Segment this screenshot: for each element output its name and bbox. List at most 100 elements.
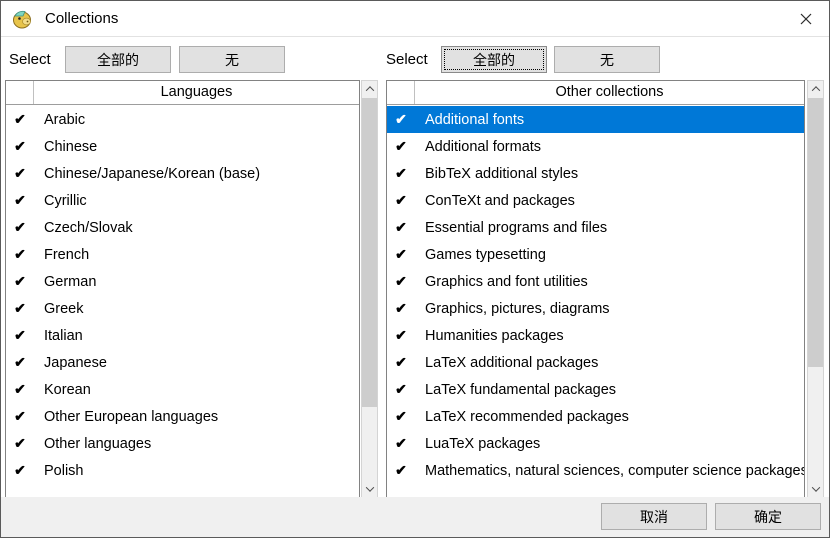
other-collections-scrollbar[interactable] bbox=[807, 80, 824, 498]
list-item[interactable]: ✔Greek bbox=[6, 295, 359, 322]
list-item-label: Greek bbox=[34, 301, 84, 317]
list-item-label: Graphics and font utilities bbox=[415, 274, 588, 290]
list-item[interactable]: ✔BibTeX additional styles bbox=[387, 160, 804, 187]
right-select-none-button[interactable]: 无 bbox=[554, 46, 660, 73]
list-item-label: Games typesetting bbox=[415, 247, 546, 263]
check-icon: ✔ bbox=[6, 462, 34, 479]
check-icon: ✔ bbox=[387, 219, 415, 236]
list-item-label: Czech/Slovak bbox=[34, 220, 133, 236]
list-item[interactable]: ✔Other languages bbox=[6, 430, 359, 457]
list-item[interactable]: ✔Humanities packages bbox=[387, 322, 804, 349]
check-icon: ✔ bbox=[6, 219, 34, 236]
footer-bar: 取消 确定 bbox=[1, 497, 829, 537]
check-icon: ✔ bbox=[6, 165, 34, 182]
right-select-all-button[interactable]: 全部的 bbox=[441, 46, 547, 73]
title-bar: Collections bbox=[1, 1, 829, 37]
languages-panel: Languages ✔Arabic✔Chinese✔Chinese/Japane… bbox=[5, 80, 360, 498]
list-item[interactable]: ✔LaTeX recommended packages bbox=[387, 403, 804, 430]
list-item-label: Cyrillic bbox=[34, 193, 87, 209]
scroll-down-icon[interactable] bbox=[808, 481, 823, 497]
list-item-label: Japanese bbox=[34, 355, 107, 371]
list-item[interactable]: ✔LaTeX additional packages bbox=[387, 349, 804, 376]
check-icon: ✔ bbox=[387, 111, 415, 128]
list-item-label: Chinese/Japanese/Korean (base) bbox=[34, 166, 260, 182]
list-item[interactable]: ✔Korean bbox=[6, 376, 359, 403]
scroll-down-icon[interactable] bbox=[362, 481, 377, 497]
list-item[interactable]: ✔Other European languages bbox=[6, 403, 359, 430]
list-item[interactable]: ✔French bbox=[6, 241, 359, 268]
list-item[interactable]: ✔Arabic bbox=[6, 106, 359, 133]
check-icon: ✔ bbox=[6, 138, 34, 155]
list-item[interactable]: ✔German bbox=[6, 268, 359, 295]
list-item[interactable]: ✔Essential programs and files bbox=[387, 214, 804, 241]
list-item[interactable]: ✔LuaTeX packages bbox=[387, 430, 804, 457]
check-icon: ✔ bbox=[387, 192, 415, 209]
list-item[interactable]: ✔Japanese bbox=[6, 349, 359, 376]
list-item-label: Other European languages bbox=[34, 409, 218, 425]
list-item[interactable]: ✔Polish bbox=[6, 457, 359, 484]
list-item-label: Additional formats bbox=[415, 139, 541, 155]
check-icon: ✔ bbox=[387, 246, 415, 263]
list-item[interactable]: ✔Additional formats bbox=[387, 133, 804, 160]
check-icon: ✔ bbox=[387, 300, 415, 317]
check-icon: ✔ bbox=[6, 300, 34, 317]
check-icon: ✔ bbox=[387, 462, 415, 479]
list-item-label: Chinese bbox=[34, 139, 97, 155]
list-item-label: Italian bbox=[34, 328, 83, 344]
texlive-app-icon bbox=[11, 8, 33, 30]
list-item[interactable]: ✔LaTeX fundamental packages bbox=[387, 376, 804, 403]
check-icon: ✔ bbox=[6, 435, 34, 452]
list-item[interactable]: ✔Chinese/Japanese/Korean (base) bbox=[6, 160, 359, 187]
check-icon: ✔ bbox=[387, 381, 415, 398]
list-item-label: Arabic bbox=[34, 112, 85, 128]
languages-header-row: Languages bbox=[6, 81, 359, 105]
list-item-label: French bbox=[34, 247, 89, 263]
list-item-label: ConTeXt and packages bbox=[415, 193, 575, 209]
languages-list: ✔Arabic✔Chinese✔Chinese/Japanese/Korean … bbox=[6, 106, 359, 497]
list-item-label: Mathematics, natural sciences, computer … bbox=[415, 463, 804, 479]
scrollbar-thumb[interactable] bbox=[808, 98, 823, 367]
right-select-label: Select bbox=[386, 46, 428, 73]
list-item[interactable]: ✔Games typesetting bbox=[387, 241, 804, 268]
list-item[interactable]: ✔Graphics and font utilities bbox=[387, 268, 804, 295]
list-item[interactable]: ✔Additional fonts bbox=[387, 106, 804, 133]
check-icon: ✔ bbox=[387, 408, 415, 425]
list-item[interactable]: ✔Graphics, pictures, diagrams bbox=[387, 295, 804, 322]
check-icon: ✔ bbox=[387, 165, 415, 182]
list-item[interactable]: ✔ConTeXt and packages bbox=[387, 187, 804, 214]
list-item-label: Polish bbox=[34, 463, 84, 479]
left-select-all-button[interactable]: 全部的 bbox=[65, 46, 171, 73]
list-item[interactable]: ✔Mathematics, natural sciences, computer… bbox=[387, 457, 804, 484]
scroll-up-icon[interactable] bbox=[362, 81, 377, 97]
list-item[interactable]: ✔Czech/Slovak bbox=[6, 214, 359, 241]
left-select-label: Select bbox=[9, 46, 51, 73]
ok-button[interactable]: 确定 bbox=[715, 503, 821, 530]
close-icon bbox=[800, 13, 812, 25]
list-item-label: LaTeX additional packages bbox=[415, 355, 598, 371]
check-icon: ✔ bbox=[6, 354, 34, 371]
list-item-label: German bbox=[34, 274, 96, 290]
list-item-label: Korean bbox=[34, 382, 91, 398]
check-column-header bbox=[6, 81, 34, 104]
scroll-up-icon[interactable] bbox=[808, 81, 823, 97]
list-item-label: Humanities packages bbox=[415, 328, 564, 344]
list-item[interactable]: ✔Chinese bbox=[6, 133, 359, 160]
check-icon: ✔ bbox=[387, 327, 415, 344]
check-icon: ✔ bbox=[6, 273, 34, 290]
scrollbar-thumb[interactable] bbox=[362, 98, 377, 407]
list-item-label: LaTeX recommended packages bbox=[415, 409, 629, 425]
list-item-label: LaTeX fundamental packages bbox=[415, 382, 616, 398]
list-item-label: Essential programs and files bbox=[415, 220, 607, 236]
languages-scrollbar[interactable] bbox=[361, 80, 378, 498]
other-collections-header-label: Other collections bbox=[415, 81, 804, 104]
check-icon: ✔ bbox=[6, 327, 34, 344]
other-collections-panel: Other collections ✔Additional fonts✔Addi… bbox=[386, 80, 805, 498]
list-item[interactable]: ✔Cyrillic bbox=[6, 187, 359, 214]
close-button[interactable] bbox=[783, 1, 829, 36]
cancel-button[interactable]: 取消 bbox=[601, 503, 707, 530]
check-icon: ✔ bbox=[387, 273, 415, 290]
left-select-none-button[interactable]: 无 bbox=[179, 46, 285, 73]
check-column-header bbox=[387, 81, 415, 104]
list-item[interactable]: ✔Italian bbox=[6, 322, 359, 349]
other-collections-header-row: Other collections bbox=[387, 81, 804, 105]
